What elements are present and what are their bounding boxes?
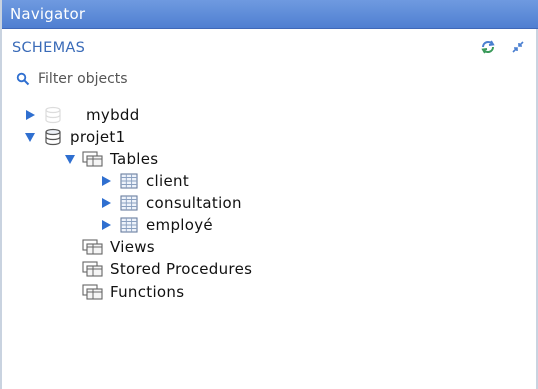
tree-item-label: Stored Procedures <box>110 260 253 278</box>
tree-item-views[interactable]: Views <box>82 236 155 258</box>
tree-item-tables[interactable]: Tables <box>62 148 158 170</box>
tree-item-projet1[interactable]: projet1 <box>22 126 125 148</box>
tree-item-client[interactable]: client <box>98 170 189 192</box>
collapse-arrow-icon[interactable] <box>62 148 78 170</box>
tree-item-label: Tables <box>110 150 159 168</box>
tree-item-mybdd[interactable]: mybdd <box>22 104 140 126</box>
expand-arrow-icon[interactable] <box>98 214 114 236</box>
tree-item-functions[interactable]: Functions <box>82 281 184 303</box>
tree-item-label: Views <box>110 238 155 256</box>
navigator-panel: Navigator SCHEMAS Filter objects mybdd p… <box>0 0 538 389</box>
schemas-header: SCHEMAS <box>2 29 536 63</box>
navigator-title: Navigator <box>10 5 86 23</box>
tree-item-label: mybdd <box>86 106 140 124</box>
tree-item-label: projet1 <box>70 128 126 146</box>
table-icon <box>118 194 140 212</box>
folder-icon <box>82 260 104 278</box>
schemas-label: SCHEMAS <box>12 40 86 56</box>
tree-item-consultation[interactable]: consultation <box>98 192 242 214</box>
folder-icon <box>82 283 104 301</box>
database-icon <box>42 106 64 124</box>
tree-item-label: client <box>146 172 189 190</box>
folder-icon <box>82 238 104 256</box>
tree-item-stored-procedures[interactable]: Stored Procedures <box>82 258 252 280</box>
folder-icon <box>82 150 104 168</box>
collapse-arrow-icon[interactable] <box>22 126 38 148</box>
tree-item-label: consultation <box>146 194 242 212</box>
expand-arrow-icon[interactable] <box>22 104 38 126</box>
refresh-icon[interactable] <box>480 39 496 55</box>
expand-arrow-icon[interactable] <box>98 192 114 214</box>
navigator-titlebar: Navigator <box>2 0 538 29</box>
tree-item-employe[interactable]: employé <box>98 214 213 236</box>
table-icon <box>118 172 140 190</box>
filter-objects-input[interactable] <box>38 68 338 90</box>
collapse-icon[interactable] <box>510 39 526 55</box>
database-icon <box>42 128 64 146</box>
expand-arrow-icon[interactable] <box>98 170 114 192</box>
search-icon <box>16 72 30 86</box>
tree-item-label: employé <box>146 216 213 234</box>
filter-row <box>2 66 536 92</box>
table-icon <box>118 216 140 234</box>
tree-item-label: Functions <box>110 283 185 301</box>
